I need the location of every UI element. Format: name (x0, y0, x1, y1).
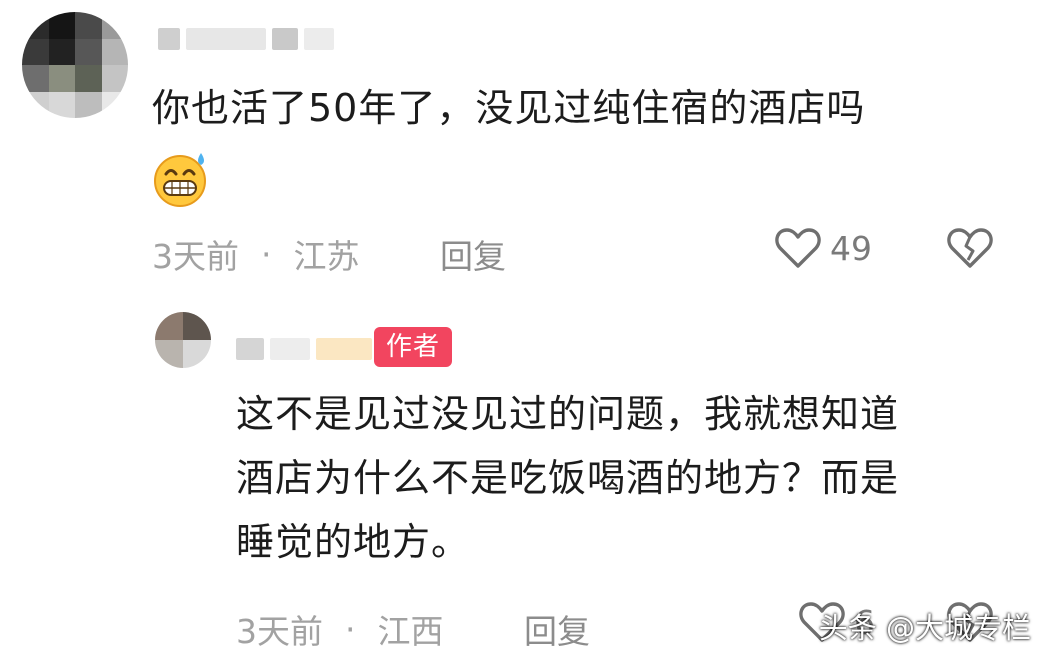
comment-text: 你也活了50年了，没见过纯住宿的酒店吗 (152, 86, 866, 130)
comment-like-count: 49 (830, 228, 872, 268)
heart-outline-icon (775, 228, 821, 268)
reply-avatar[interactable] (155, 312, 211, 368)
comment-meta: 3天前 · 江苏 (152, 230, 360, 278)
comment-location: 江苏 (293, 237, 360, 276)
comment-username[interactable] (158, 28, 334, 50)
reply-reply-button[interactable]: 回复 (524, 605, 590, 653)
comment-dislike-button[interactable] (946, 226, 994, 274)
reply-meta: 3天前 · 江西 (236, 605, 444, 653)
comment-like-button[interactable]: 49 (774, 226, 872, 270)
broken-heart-icon (947, 228, 993, 268)
comment-avatar[interactable] (22, 12, 128, 118)
author-badge: 作者 (374, 327, 453, 367)
reply-text-line: 酒店为什么不是吃饭喝酒的地方？而是 (236, 456, 900, 500)
reply-time: 3天前 (236, 612, 323, 651)
comment-time: 3天前 (152, 237, 239, 276)
reply-text-line: 这不是见过没见过的问题，我就想知道 (236, 392, 900, 436)
reply-location: 江西 (377, 612, 444, 651)
watermark: 头条 @大城专栏 (818, 611, 1031, 645)
reply-username[interactable] (236, 338, 372, 360)
reply-text: 这不是见过没见过的问题，我就想知道 酒店为什么不是吃饭喝酒的地方？而是 睡觉的地… (236, 384, 899, 572)
meta-separator: · (261, 234, 272, 274)
meta-separator: · (345, 609, 356, 649)
comment-reply-button[interactable]: 回复 (440, 230, 506, 278)
grinning-sweat-emoji-icon (151, 150, 211, 208)
reply-text-line: 睡觉的地方。 (236, 520, 471, 564)
